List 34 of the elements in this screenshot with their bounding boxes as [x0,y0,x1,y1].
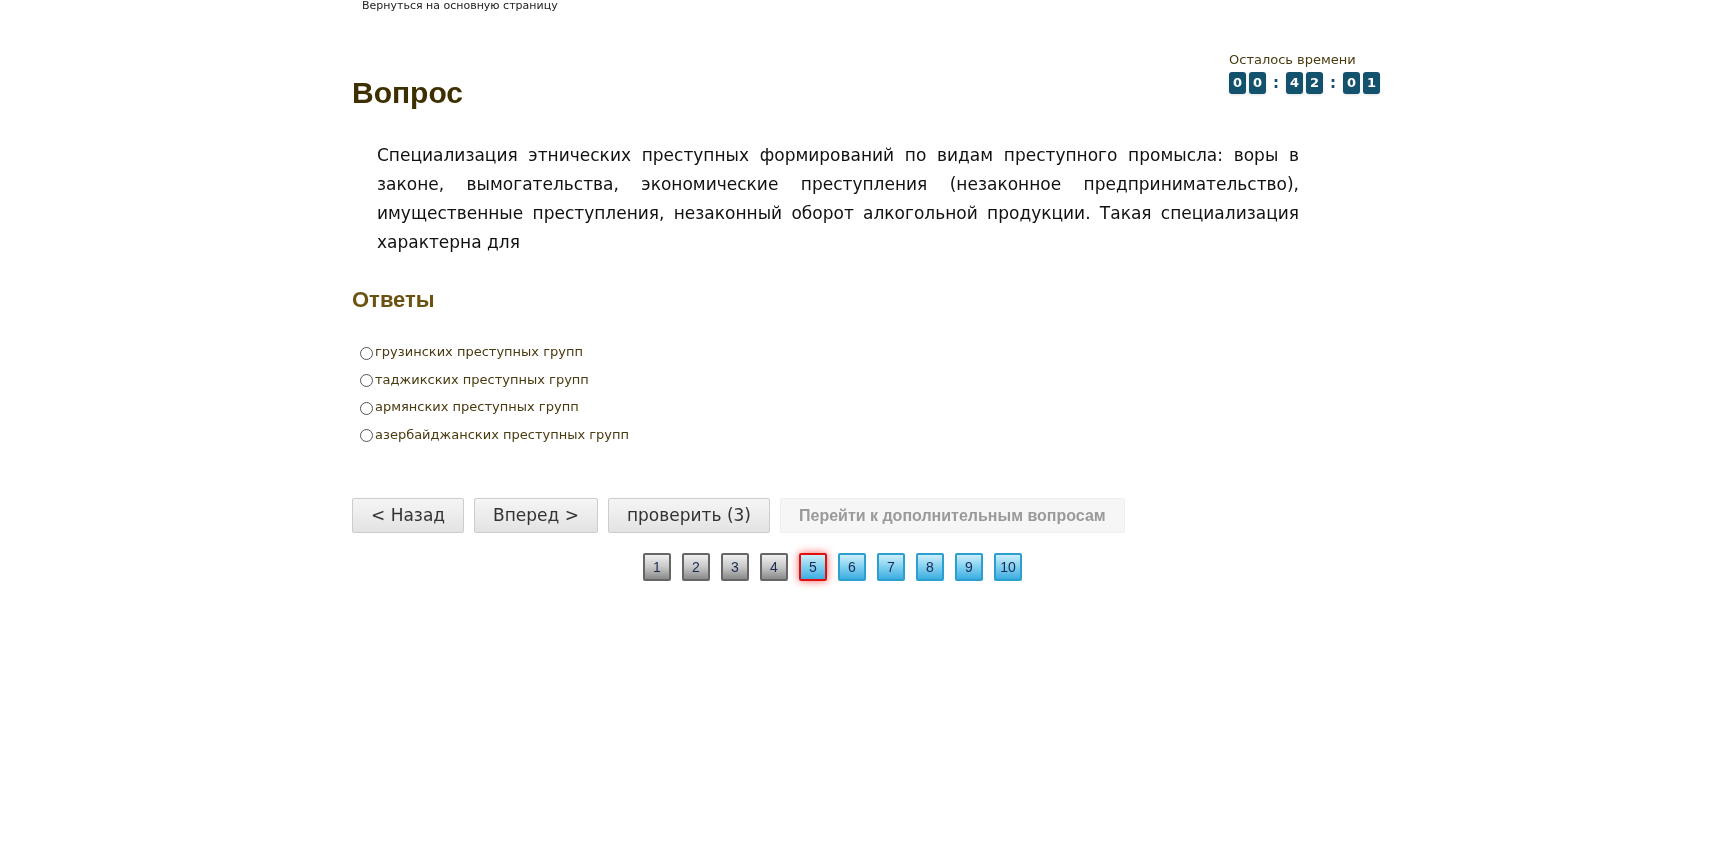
answer-label[interactable]: грузинских преступных групп [375,342,583,362]
answer-label[interactable]: азербайджанских преступных групп [375,424,630,444]
page-number[interactable]: 8 [916,553,944,581]
timer-separator: : [1329,72,1337,94]
timer-digit: 1 [1363,71,1380,94]
timer-separator: : [1272,72,1280,94]
page-number[interactable]: 5 [799,553,827,581]
timer-digit: 0 [1249,71,1266,94]
radio-button[interactable] [360,374,373,388]
answer-label[interactable]: армянских преступных групп [375,397,579,417]
page-number[interactable]: 10 [994,553,1022,581]
timer-digit: 0 [1343,71,1360,94]
nav-button[interactable]: проверить (3) [607,498,770,533]
question-title: Вопрос [352,75,464,111]
page-number[interactable]: 9 [955,553,983,581]
page-number[interactable]: 3 [721,553,749,581]
nav-button[interactable]: < Назад [352,498,465,533]
answer-label[interactable]: таджикских преступных групп [375,369,589,389]
timer-label: Осталось времени [1229,51,1356,69]
radio-button[interactable] [360,429,373,443]
page-number[interactable]: 4 [760,553,788,581]
question-text: Специализация этнических преступных формирований по видам преступного промысла: воры в законе, вымогательства, экономические преступления (незаконное предпринимательство), имущественные преступления, незаконный оборот алкогольной продукции. Такая специализация характерна для [377,144,1299,254]
back-link[interactable]: Вернуться на основную страницу [362,0,558,12]
nav-button[interactable]: Вперед > [474,498,598,533]
page-number[interactable]: 1 [643,553,671,581]
page-number[interactable]: 7 [877,553,905,581]
timer-digit: 4 [1286,71,1303,94]
radio-button[interactable] [360,346,373,360]
page-number[interactable]: 2 [682,553,710,581]
timer-digit: 2 [1306,71,1323,94]
radio-button[interactable] [360,401,373,415]
timer-digit: 0 [1229,71,1246,94]
page-number[interactable]: 6 [838,553,866,581]
answers-heading: Ответы [352,286,436,314]
